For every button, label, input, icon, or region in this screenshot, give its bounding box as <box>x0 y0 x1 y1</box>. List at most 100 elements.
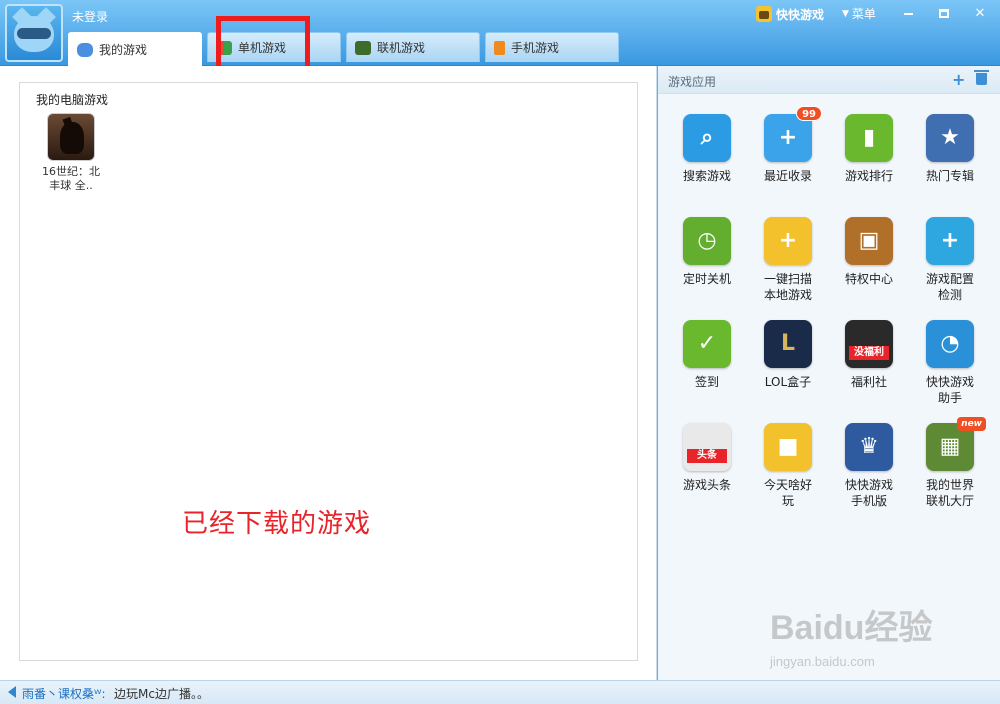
tab-online-games[interactable]: 联机游戏 <box>346 32 480 62</box>
app-item[interactable]: ★ 热门专辑 <box>911 114 989 184</box>
app-item[interactable]: + 游戏配置 检测 <box>911 217 989 303</box>
minimize-icon <box>903 12 913 15</box>
app-label: 游戏配置 检测 <box>925 272 974 302</box>
app-glyph: L <box>780 331 796 356</box>
maximize-icon <box>939 9 949 18</box>
app-item[interactable]: ▣ 特权中心 <box>830 217 908 287</box>
app-glyph: ♛ <box>859 434 879 459</box>
tab-mobile-games[interactable]: 手机游戏 <box>485 32 619 62</box>
app-item[interactable]: ♛ 快快游戏 手机版 <box>830 423 908 509</box>
watermark-logo: Baidu经验 <box>770 609 933 647</box>
trash-icon[interactable] <box>974 70 989 85</box>
annotation-text: 已经下载的游戏 <box>182 509 372 539</box>
app-glyph: + <box>940 228 960 253</box>
brand-link[interactable]: 快快游戏 <box>756 5 824 23</box>
close-button[interactable]: ✕ <box>966 4 994 24</box>
app-panel: 游戏应用 + ⌕ 搜索游戏 +99 最近收录 ▮ 游戏排行 ★ 热门专辑 ◷ 定时关机 + 一键扫描 … <box>658 66 1000 680</box>
icon-overlay-text: 头条 <box>687 449 727 463</box>
watermark-url: jingyan.baidu.com <box>770 654 875 669</box>
app-item[interactable]: ✓ 签到 <box>668 320 746 390</box>
toolbox-icon: + <box>926 217 974 265</box>
menu-label: 菜单 <box>851 7 876 21</box>
phone-icon <box>494 40 505 55</box>
tab-label: 联机游戏 <box>377 41 426 55</box>
app-glyph: ■ <box>777 434 799 459</box>
lol-icon: L <box>764 320 812 368</box>
tab-label: 我的游戏 <box>99 43 148 57</box>
close-icon: ✕ <box>974 6 986 21</box>
minecraft-icon: ▦ new <box>926 417 986 471</box>
checkbox-icon: ✓ <box>683 320 731 368</box>
avatar-mask <box>17 28 51 39</box>
app-item[interactable]: ◷ 定时关机 <box>668 217 746 287</box>
app-item[interactable]: + 一键扫描 本地游戏 <box>749 217 827 303</box>
game-item[interactable]: 16世纪：北 丰球 全.. <box>38 113 104 193</box>
app-label: LOL盒子 <box>764 375 812 389</box>
app-item[interactable]: +99 最近收录 <box>749 106 827 184</box>
chevron-down-icon: ▼ <box>842 8 849 19</box>
app-glyph: ▮ <box>862 125 876 150</box>
app-panel-header: 游戏应用 + <box>658 66 1000 94</box>
app-glyph: ⌕ <box>700 125 714 150</box>
section-title: 我的电脑游戏 <box>36 93 109 107</box>
app-glyph: ◷ <box>697 228 717 253</box>
album-icon: ★ <box>926 114 974 162</box>
welfare-icon: 没福利 <box>845 320 893 368</box>
search-icon: ⌕ <box>683 114 731 162</box>
app-glyph: + <box>778 228 798 253</box>
count-badge: new <box>957 417 986 431</box>
horse-game-icon <box>47 113 95 161</box>
clock-icon: ◷ <box>683 217 731 265</box>
title-bar: 未登录 快快游戏 ▼ 菜单 ✕ 我的游戏 单机游戏 联机游戏 手机游戏 <box>0 0 1000 66</box>
game-name: 16世纪：北 丰球 全.. <box>42 165 100 192</box>
app-item[interactable]: 头条 游戏头条 <box>668 423 746 493</box>
gamepad-icon <box>77 42 93 57</box>
maximize-button[interactable] <box>930 4 958 24</box>
chest-icon: ▣ <box>845 217 893 265</box>
app-item[interactable]: ◔ 快快游戏 助手 <box>911 320 989 406</box>
location-plus-icon: +99 <box>764 106 822 162</box>
app-glyph <box>683 423 731 471</box>
app-item[interactable]: L LOL盒子 <box>749 320 827 390</box>
app-glyph: ▣ <box>858 228 880 253</box>
broadcast-user[interactable]: 雨番丶课权桑ᵂ: <box>22 685 106 702</box>
app-item[interactable]: ■ 今天啥好 玩 <box>749 423 827 509</box>
minimize-button[interactable] <box>894 4 922 24</box>
speaker-icon[interactable] <box>8 686 16 698</box>
app-label: 今天啥好 玩 <box>763 478 812 508</box>
crown-icon <box>756 6 772 22</box>
app-item[interactable]: ▦ new 我的世界 联机大厅 <box>911 417 989 509</box>
user-avatar[interactable] <box>5 4 63 62</box>
app-label: 最近收录 <box>763 169 812 183</box>
app-item[interactable]: ▮ 游戏排行 <box>830 114 908 184</box>
icon-overlay-text: 没福利 <box>849 346 889 360</box>
app-glyph <box>845 320 893 368</box>
add-icon[interactable]: + <box>952 70 965 89</box>
tab-my-games[interactable]: 我的游戏 <box>68 32 202 66</box>
login-status[interactable]: 未登录 <box>72 8 108 25</box>
app-label: 游戏头条 <box>682 478 731 492</box>
count-badge: 99 <box>796 106 822 121</box>
game-list-box: 我的电脑游戏 16世纪：北 丰球 全.. 已经下载的游戏 <box>19 82 638 661</box>
app-label: 签到 <box>694 375 719 389</box>
app-item[interactable]: ⌕ 搜索游戏 <box>668 114 746 184</box>
app-item[interactable]: 没福利 福利社 <box>830 320 908 390</box>
broadcast-message: 边玩Mc边广播。。 <box>114 687 209 701</box>
main-panel: 我的电脑游戏 16世纪：北 丰球 全.. 已经下载的游戏 <box>0 66 657 680</box>
status-bar: 雨番丶课权桑ᵂ: 边玩Mc边广播。。 <box>0 680 1000 704</box>
app-glyph: + <box>778 125 798 150</box>
king-icon: ♛ <box>845 423 893 471</box>
app-label: 快快游戏 助手 <box>925 375 974 405</box>
app-label: 我的世界 联机大厅 <box>925 478 974 508</box>
handheld-icon: ■ <box>764 423 812 471</box>
cube-icon <box>355 40 371 55</box>
app-label: 定时关机 <box>682 272 731 286</box>
gauge-icon: ◔ <box>926 320 974 368</box>
app-label: 福利社 <box>850 375 887 389</box>
app-glyph: ★ <box>940 125 960 150</box>
app-panel-title: 游戏应用 <box>668 75 717 89</box>
tab-label: 手机游戏 <box>511 41 560 55</box>
bar-chart-icon: ▮ <box>845 114 893 162</box>
app-label: 游戏排行 <box>844 169 893 183</box>
menu-button[interactable]: ▼ 菜单 <box>842 5 876 22</box>
